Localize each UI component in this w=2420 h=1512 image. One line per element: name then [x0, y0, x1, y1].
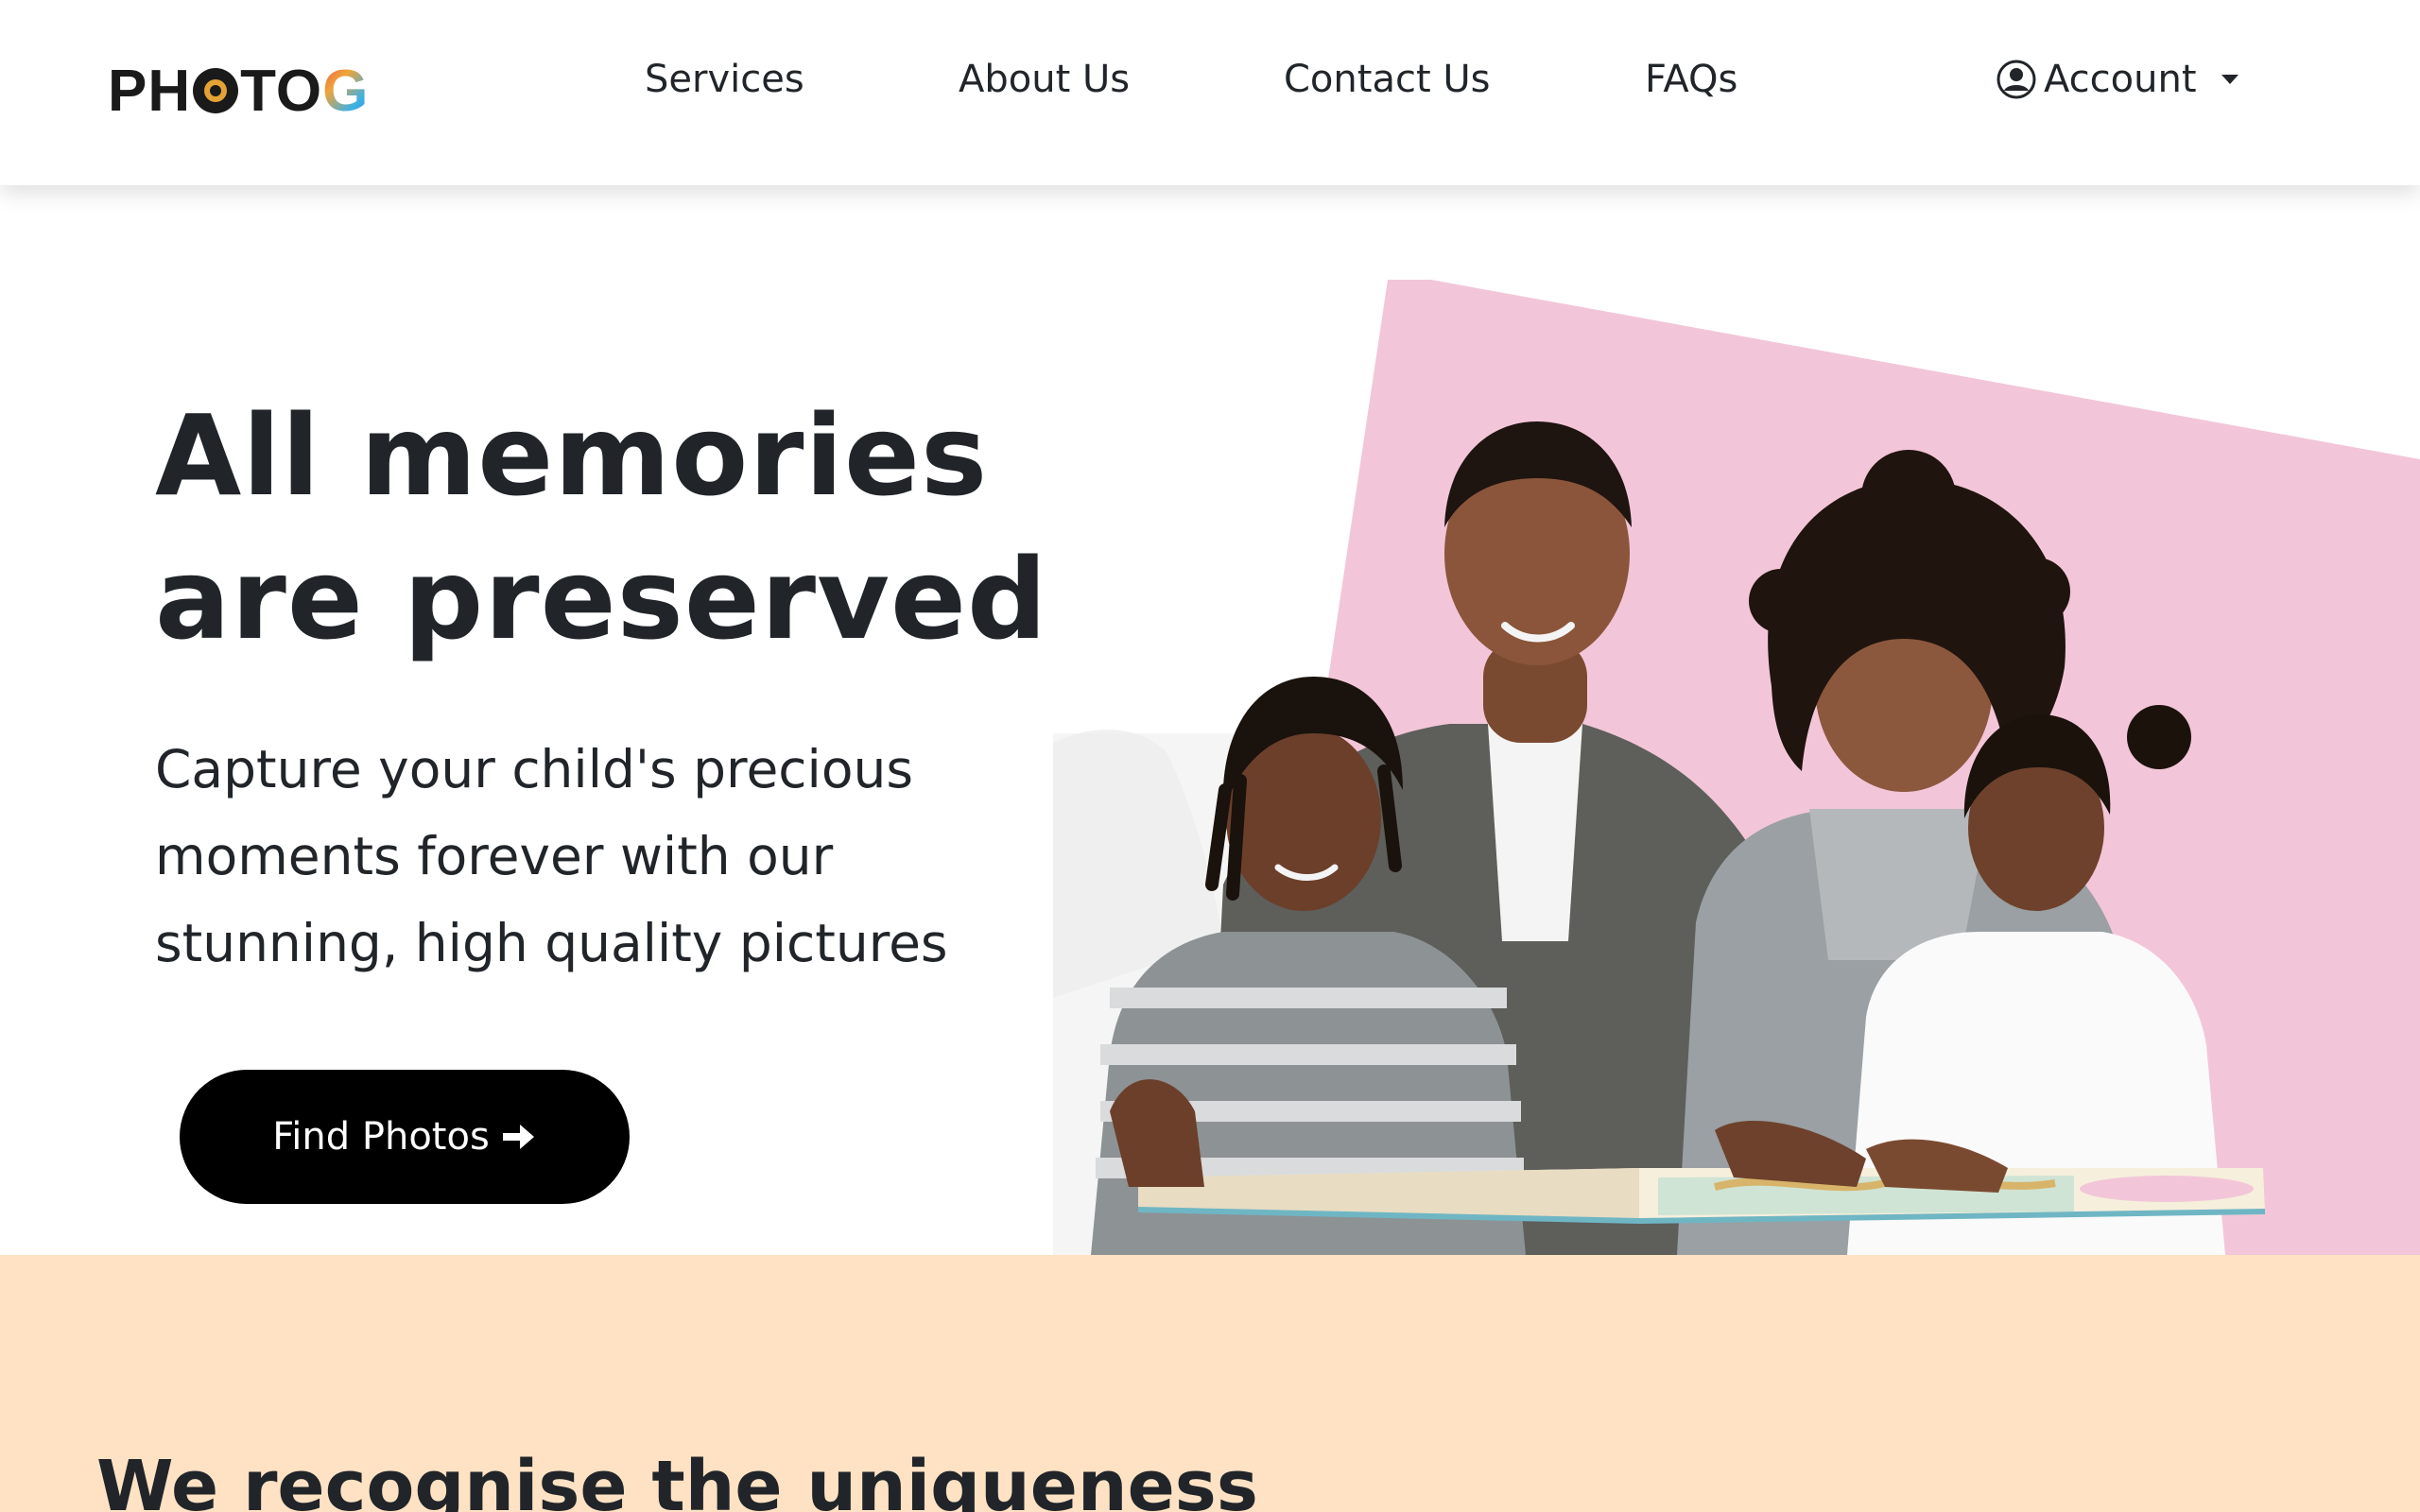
- hero-title: All memories are preserved: [155, 384, 1100, 671]
- family-reading-book-photo: [1053, 280, 2420, 1255]
- hero-subtitle-line: stunning, high quality pictures: [155, 913, 948, 973]
- hero-section: All memories are preserved Capture your …: [0, 185, 2420, 1255]
- logo-text-g: G: [322, 58, 370, 124]
- logo-text-to: TO: [240, 58, 323, 124]
- caret-down-icon: [2221, 75, 2238, 84]
- uniqueness-section: We recognise the uniqueness: [0, 1255, 2420, 1512]
- nav-faqs-link[interactable]: FAQs: [1645, 51, 1737, 108]
- arrow-right-icon: [502, 1125, 534, 1149]
- nav-services-link[interactable]: Services: [645, 51, 804, 108]
- user-circle-icon: [1996, 60, 2036, 99]
- picture-book: [1137, 1168, 2266, 1225]
- logo-text-ph: PH: [108, 58, 192, 124]
- camera-lens-icon: [193, 68, 239, 113]
- navbar: PH TO G Services About Us Contact Us FAQs …: [0, 0, 2420, 185]
- hero-subtitle: Capture your child's precious moments fo…: [155, 726, 1044, 987]
- account-dropdown[interactable]: Account: [1996, 51, 2238, 108]
- hero-subtitle-line: moments forever with our: [155, 826, 834, 886]
- photog-logo[interactable]: PH TO G: [108, 59, 369, 124]
- nav-contact-link[interactable]: Contact Us: [1284, 51, 1490, 108]
- uniqueness-title: We recognise the uniqueness: [96, 1446, 1258, 1512]
- find-photos-button[interactable]: Find Photos: [180, 1070, 630, 1204]
- hero-image: [1053, 280, 2420, 1255]
- nav-about-link[interactable]: About Us: [959, 51, 1130, 108]
- hero-title-line: All memories: [155, 390, 989, 521]
- hero-title-line: are preserved: [155, 534, 1048, 664]
- account-label: Account: [2044, 58, 2197, 101]
- hero-subtitle-line: Capture your child's precious: [155, 739, 913, 799]
- find-photos-label: Find Photos: [272, 1115, 490, 1159]
